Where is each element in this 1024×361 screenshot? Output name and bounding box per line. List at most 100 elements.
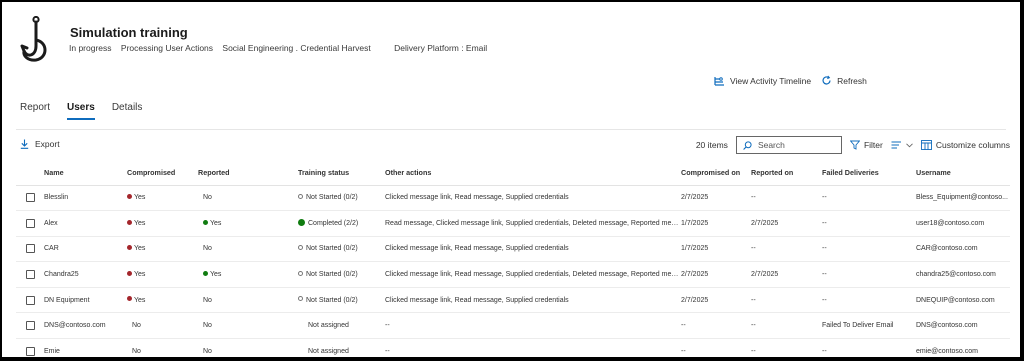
row-checkbox[interactable] [26, 270, 35, 280]
filter-button[interactable]: Filter [849, 140, 883, 150]
table-row[interactable]: DN Equipment Yes No Not Started (0/2) Clicke… [16, 287, 1010, 314]
status-dot-icon [127, 245, 132, 251]
failed-deliveries-cell: -- [822, 236, 916, 263]
status-dot-icon [127, 270, 132, 276]
row-select-cell [16, 236, 44, 263]
customize-columns-label: Customize columns [935, 140, 1010, 150]
table-row[interactable]: Blesslin Yes No Not Started (0/2) Clicked me… [16, 185, 1010, 212]
simulation-meta: In progress Processing User Actions Soci… [69, 43, 494, 53]
other-actions-cell: -- [385, 312, 681, 340]
column-header-reported-on[interactable]: Reported on [751, 161, 822, 186]
row-checkbox[interactable] [26, 295, 35, 305]
list-icon [891, 141, 901, 149]
refresh-label: Refresh [837, 75, 867, 86]
status-dot-icon [203, 270, 208, 276]
download-icon [20, 139, 29, 149]
delivery-platform-text: Delivery Platform : Email [394, 43, 488, 53]
column-header-compromised-on[interactable]: Compromised on [681, 161, 751, 186]
training-status-cell: Completed (2/2) [298, 210, 385, 237]
timeline-label: View Activity Timeline [730, 75, 812, 86]
row-checkbox[interactable] [26, 218, 35, 228]
username-cell: CAR@contoso.com [916, 236, 1010, 263]
user-name: CAR [44, 236, 127, 263]
failed-deliveries-cell: -- [822, 210, 916, 237]
tab-details[interactable]: Details [112, 102, 143, 120]
reported-cell: No [198, 338, 298, 357]
user-name: Chandra25 [44, 261, 127, 288]
failed-deliveries-cell: Failed To Deliver Email [822, 312, 916, 340]
reported-cell: No [198, 287, 298, 314]
row-select-cell [16, 338, 44, 357]
view-activity-timeline-button[interactable]: View Activity Timeline [714, 76, 811, 86]
group-by-dropdown[interactable] [891, 141, 913, 149]
reported-cell: Yes [198, 261, 298, 288]
failed-deliveries-cell: -- [822, 287, 916, 314]
column-header-other-actions[interactable]: Other actions [385, 161, 681, 186]
compromised-on-cell: -- [681, 338, 751, 357]
simulation-page: Simulation training In progress Processi… [2, 2, 1020, 357]
username-cell: chandra25@contoso.com [916, 261, 1010, 288]
table-body: Blesslin Yes No Not Started (0/2) Clicked me… [16, 185, 1010, 357]
compromised-on-cell: -- [681, 312, 751, 340]
reported-on-cell: -- [751, 287, 822, 314]
reported-on-cell: -- [751, 236, 822, 263]
table-header-row: Name Compromised Reported Training statu… [16, 161, 1010, 186]
page-actions: View Activity Timeline Refresh [714, 75, 867, 86]
table-row[interactable]: CAR Yes No Not Started (0/2) Clicked message… [16, 236, 1010, 263]
search-input[interactable] [757, 140, 836, 150]
chevron-down-icon [906, 142, 913, 147]
row-select-cell [16, 185, 44, 212]
status-dot-icon [127, 193, 132, 199]
users-table: Name Compromised Reported Training statu… [16, 161, 1010, 357]
columns-icon [920, 140, 932, 150]
compromised-cell: Yes [127, 261, 198, 288]
training-status-cell: Not assigned [298, 338, 385, 357]
items-count: 20 items [695, 140, 728, 150]
user-name: Alex [44, 210, 127, 237]
row-checkbox[interactable] [26, 321, 35, 331]
username-cell: DNS@contoso.com [916, 312, 1010, 340]
user-name: Emie [44, 338, 127, 357]
compromised-cell: Yes [127, 185, 198, 212]
not-started-icon [298, 193, 303, 199]
tab-users[interactable]: Users [67, 102, 95, 120]
row-checkbox[interactable] [26, 244, 35, 254]
user-name: Blesslin [44, 185, 127, 212]
row-select-cell [16, 287, 44, 314]
reported-cell: No [198, 236, 298, 263]
table-row[interactable]: Alex Yes Yes Completed (2/2) Read message, C… [16, 210, 1010, 237]
tab-divider [16, 129, 1006, 130]
search-box [735, 136, 842, 154]
not-started-icon [298, 296, 303, 302]
training-status-cell: Not Started (0/2) [298, 185, 385, 212]
compromised-cell: Yes [127, 287, 198, 314]
reported-cell: Yes [198, 210, 298, 237]
other-actions-cell: Clicked message link, Read message, Supp… [385, 236, 681, 263]
reported-on-cell: -- [751, 312, 822, 340]
page-title: Simulation training [70, 25, 188, 40]
search-icon [743, 140, 752, 150]
compromised-on-cell: 2/7/2025 [681, 261, 751, 288]
table-row[interactable]: Emie No No Not assigned -- -- -- -- emie@contoso… [16, 338, 1010, 357]
column-header-training-status[interactable]: Training status [298, 161, 385, 186]
table-row[interactable]: DNS@contoso.com No No Not assigned -- -- -- Fai… [16, 312, 1010, 340]
export-button[interactable]: Export [20, 139, 60, 149]
reported-on-cell: 2/7/2025 [751, 261, 822, 288]
table-row[interactable]: Chandra25 Yes Yes Not Started (0/2) Clicked … [16, 261, 1010, 288]
customize-columns-button[interactable]: Customize columns [920, 140, 1010, 150]
refresh-button[interactable]: Refresh [821, 75, 867, 86]
table-tools: 20 items Filter [696, 136, 1010, 154]
column-header-failed-deliveries[interactable]: Failed Deliveries [822, 161, 916, 186]
user-name: DN Equipment [44, 287, 127, 314]
column-header-reported[interactable]: Reported [198, 161, 298, 186]
row-checkbox[interactable] [26, 193, 35, 203]
row-checkbox[interactable] [26, 346, 35, 356]
status-dot-icon [127, 219, 132, 225]
not-started-icon [298, 270, 303, 276]
tab-report[interactable]: Report [20, 102, 50, 120]
column-header-compromised[interactable]: Compromised [127, 161, 198, 186]
row-select-cell [16, 210, 44, 237]
column-header-username[interactable]: Username [916, 161, 1010, 186]
column-header-name[interactable]: Name [44, 161, 127, 186]
export-label: Export [35, 139, 60, 149]
